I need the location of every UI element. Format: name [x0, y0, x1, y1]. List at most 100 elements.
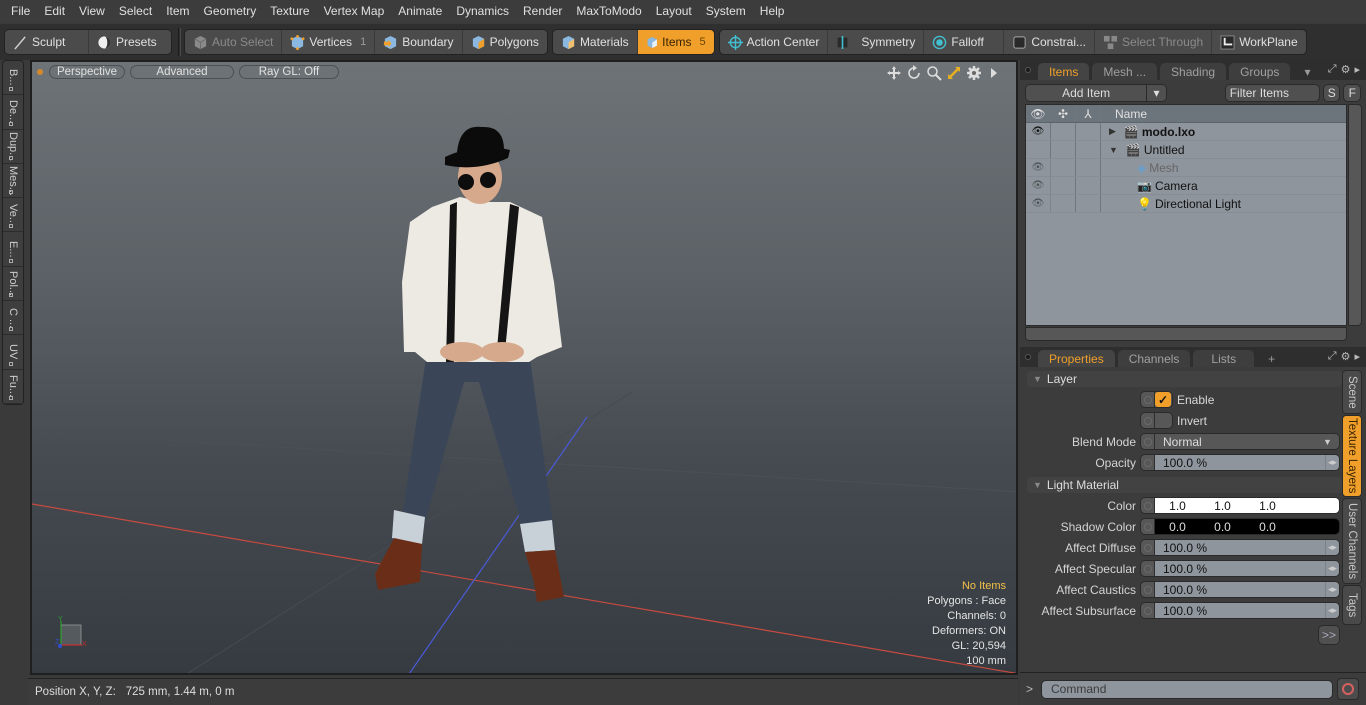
menu-system[interactable]: System: [699, 0, 753, 22]
side-tab-texture-layers[interactable]: Texture Layers: [1342, 415, 1362, 497]
add-tab-button[interactable]: +: [1257, 350, 1286, 367]
side-tab-scene[interactable]: Scene: [1342, 370, 1362, 414]
animate-knob[interactable]: [1141, 519, 1155, 534]
blend-mode-dropdown[interactable]: Normal ▼: [1140, 433, 1340, 450]
tab-items[interactable]: Items: [1038, 63, 1090, 80]
animate-knob[interactable]: [1141, 392, 1155, 407]
action-center-button[interactable]: Action Center: [720, 30, 829, 54]
affect-caustics-field[interactable]: 100.0 % ◂▸: [1140, 581, 1340, 598]
layer-section-header[interactable]: ▼ Layer: [1027, 371, 1342, 387]
menu-render[interactable]: Render: [516, 0, 569, 22]
symmetry-button[interactable]: Symmetry: [828, 30, 925, 54]
more-options-button[interactable]: >>: [1318, 625, 1340, 645]
tab-lists[interactable]: Lists: [1193, 350, 1255, 367]
animate-knob[interactable]: [1141, 413, 1155, 428]
slider-arrows-icon[interactable]: ◂▸: [1325, 455, 1339, 470]
animate-knob[interactable]: [1141, 540, 1155, 555]
sculpt-button[interactable]: Sculpt: [5, 30, 89, 54]
item-list-horizontal-scrollbar[interactable]: [1025, 327, 1347, 341]
view-mode-button[interactable]: Perspective: [49, 65, 125, 79]
eye-icon[interactable]: 👁: [1026, 195, 1051, 212]
left-tab-curve[interactable]: C ...: [3, 301, 23, 336]
left-tab-mesh-edit[interactable]: Mes...: [3, 164, 23, 199]
expand-arrow-icon[interactable]: [986, 65, 1002, 81]
3d-viewport[interactable]: Perspective Advanced Ray GL: Off Y X Z N…: [30, 60, 1018, 675]
panel-gear-icon[interactable]: ⚙: [1341, 63, 1351, 76]
animate-knob[interactable]: [1141, 455, 1155, 470]
left-tab-uv[interactable]: UV: [3, 335, 23, 370]
menu-animate[interactable]: Animate: [391, 0, 449, 22]
left-tab-polygon[interactable]: Pol...: [3, 267, 23, 302]
auto-select-button[interactable]: Auto Select: [185, 30, 283, 54]
menu-maxtomodo[interactable]: MaxToModo: [569, 0, 648, 22]
list-item[interactable]: 👁 ▶ 🎬 modo.lxo: [1026, 123, 1346, 141]
animate-knob[interactable]: [1141, 603, 1155, 618]
tabs-dropdown-icon[interactable]: ▾: [1293, 63, 1321, 80]
animate-knob[interactable]: [1141, 582, 1155, 597]
eye-icon[interactable]: 👁: [1026, 123, 1051, 140]
slider-arrows-icon[interactable]: ◂▸: [1325, 540, 1339, 555]
zoom-icon[interactable]: [926, 65, 942, 81]
shadow-color-field[interactable]: 0.0 0.0 0.0: [1140, 518, 1340, 535]
menu-file[interactable]: File: [4, 0, 37, 22]
panel-gear-icon[interactable]: ⚙: [1341, 350, 1351, 363]
name-column-header[interactable]: Name: [1101, 105, 1147, 122]
eye-icon[interactable]: 👁: [1026, 159, 1051, 176]
axis-column-icon[interactable]: ⅄: [1076, 105, 1101, 122]
slider-arrows-icon[interactable]: ◂▸: [1325, 603, 1339, 618]
menu-view[interactable]: View: [72, 0, 112, 22]
filter-items-input[interactable]: Filter Items: [1224, 84, 1320, 102]
record-macro-button[interactable]: [1337, 678, 1360, 700]
items-button[interactable]: Items 5: [637, 30, 714, 54]
expand-right-icon[interactable]: ▶: [1109, 126, 1116, 137]
constraints-button[interactable]: Constrai...: [1004, 30, 1096, 54]
left-tab-vertex[interactable]: Ve...: [3, 198, 23, 233]
boundary-button[interactable]: Boundary: [375, 30, 463, 54]
add-item-button[interactable]: Add Item: [1025, 84, 1148, 102]
affect-diffuse-field[interactable]: 100.0 % ◂▸: [1140, 539, 1340, 556]
menu-dynamics[interactable]: Dynamics: [449, 0, 516, 22]
list-item[interactable]: 👁 📷 Camera: [1026, 177, 1346, 195]
item-list-vertical-scrollbar[interactable]: [1348, 104, 1362, 326]
side-tab-user-channels[interactable]: User Channels: [1342, 498, 1362, 584]
tab-shading[interactable]: Shading: [1160, 63, 1227, 80]
color-field[interactable]: 1.0 1.0 1.0: [1140, 497, 1340, 514]
viewport-menu-dot[interactable]: [37, 69, 43, 75]
menu-edit[interactable]: Edit: [37, 0, 72, 22]
menu-texture[interactable]: Texture: [263, 0, 316, 22]
left-tab-deform[interactable]: De...: [3, 95, 23, 130]
left-tab-basic[interactable]: B...: [3, 61, 23, 96]
menu-help[interactable]: Help: [753, 0, 792, 22]
polygons-button[interactable]: Polygons: [463, 30, 547, 54]
menu-geometry[interactable]: Geometry: [197, 0, 264, 22]
visibility-column-eye-icon[interactable]: 👁: [1026, 105, 1051, 122]
character-model[interactable]: [375, 126, 564, 602]
expand-down-icon[interactable]: ▼: [1109, 145, 1118, 155]
menu-layout[interactable]: Layout: [649, 0, 699, 22]
list-item[interactable]: 👁 💡 Directional Light: [1026, 195, 1346, 213]
pan-icon[interactable]: [886, 65, 902, 81]
falloff-button[interactable]: Falloff: [924, 30, 1005, 54]
animate-knob[interactable]: [1141, 561, 1155, 576]
rotate-icon[interactable]: [906, 65, 922, 81]
menu-select[interactable]: Select: [112, 0, 159, 22]
lock-column-icon[interactable]: ✣: [1051, 105, 1076, 122]
workplane-button[interactable]: WorkPlane: [1212, 30, 1305, 54]
animate-knob[interactable]: [1141, 498, 1155, 513]
color-swatch[interactable]: 1.0 1.0 1.0: [1155, 498, 1339, 513]
shading-mode-button[interactable]: Advanced: [130, 65, 234, 79]
menu-vertex-map[interactable]: Vertex Map: [317, 0, 392, 22]
panel-arrow-icon[interactable]: ▸: [1354, 350, 1360, 363]
eye-icon[interactable]: 👁: [1026, 177, 1051, 194]
left-tab-fusion[interactable]: Fu...: [3, 370, 23, 404]
invert-checkbox[interactable]: [1140, 412, 1173, 429]
add-item-dropdown-icon[interactable]: ▾: [1147, 84, 1167, 102]
settings-gear-icon[interactable]: [966, 65, 982, 81]
tab-properties[interactable]: Properties: [1038, 350, 1115, 367]
panel-arrow-icon[interactable]: ▸: [1354, 63, 1360, 76]
s-button[interactable]: S: [1322, 84, 1341, 102]
shadow-color-swatch[interactable]: 0.0 0.0 0.0: [1155, 519, 1339, 534]
affect-specular-field[interactable]: 100.0 % ◂▸: [1140, 560, 1340, 577]
list-item[interactable]: 👁 ◈ Mesh: [1026, 159, 1346, 177]
enable-checkbox[interactable]: ✓: [1140, 391, 1173, 408]
